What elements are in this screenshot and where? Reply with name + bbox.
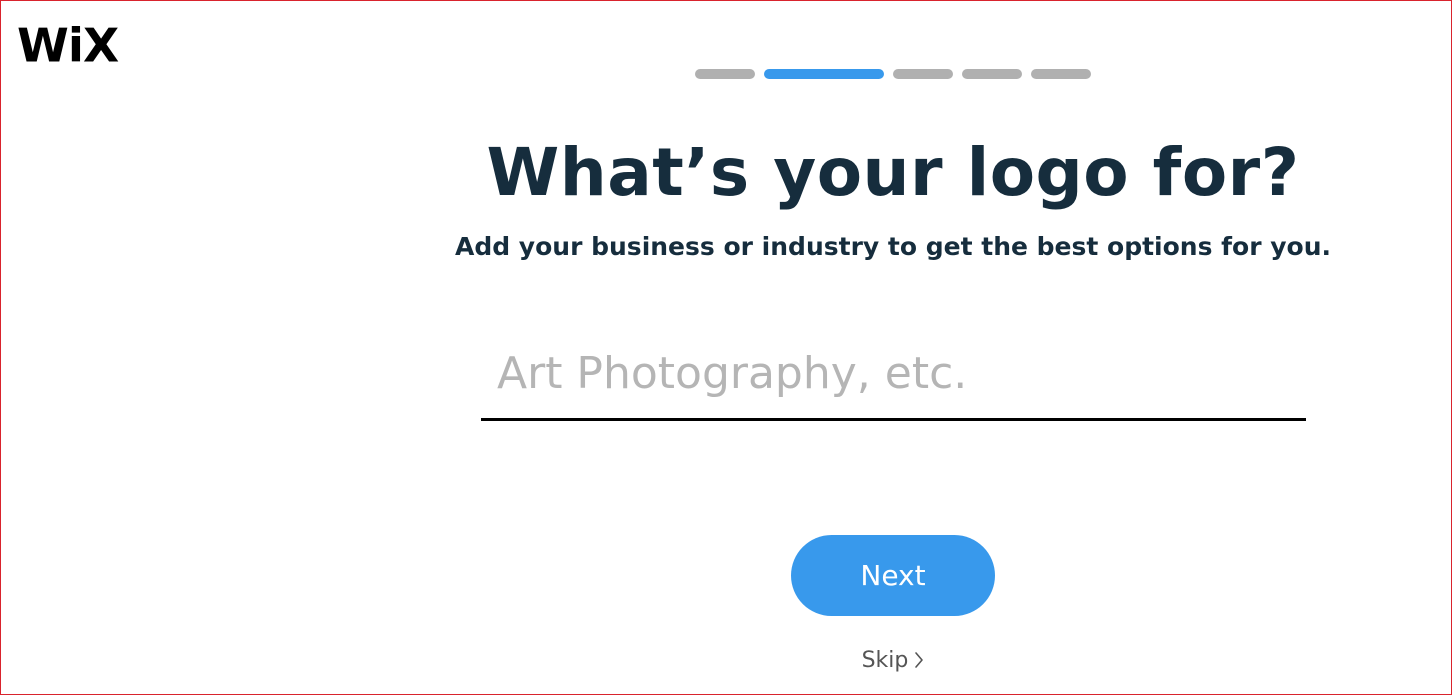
business-input-field — [481, 337, 1306, 421]
page-frame: WiX What’s your logo for? Add your busin… — [0, 0, 1452, 695]
chevron-right-icon — [914, 651, 924, 669]
progress-step-5 — [1031, 69, 1091, 79]
progress-step-4 — [962, 69, 1022, 79]
skip-link[interactable]: Skip — [841, 645, 945, 675]
progress-step-1 — [695, 69, 755, 79]
step-progress-indicator — [695, 69, 1091, 79]
next-button[interactable]: Next — [791, 535, 995, 616]
wix-logo[interactable]: WiX — [17, 23, 119, 70]
progress-step-3 — [893, 69, 953, 79]
page-title: What’s your logo for? — [486, 134, 1300, 211]
business-industry-input[interactable] — [497, 337, 1287, 409]
progress-step-2-active — [764, 69, 884, 79]
skip-label: Skip — [861, 647, 909, 673]
page-subtitle: Add your business or industry to get the… — [454, 232, 1332, 261]
